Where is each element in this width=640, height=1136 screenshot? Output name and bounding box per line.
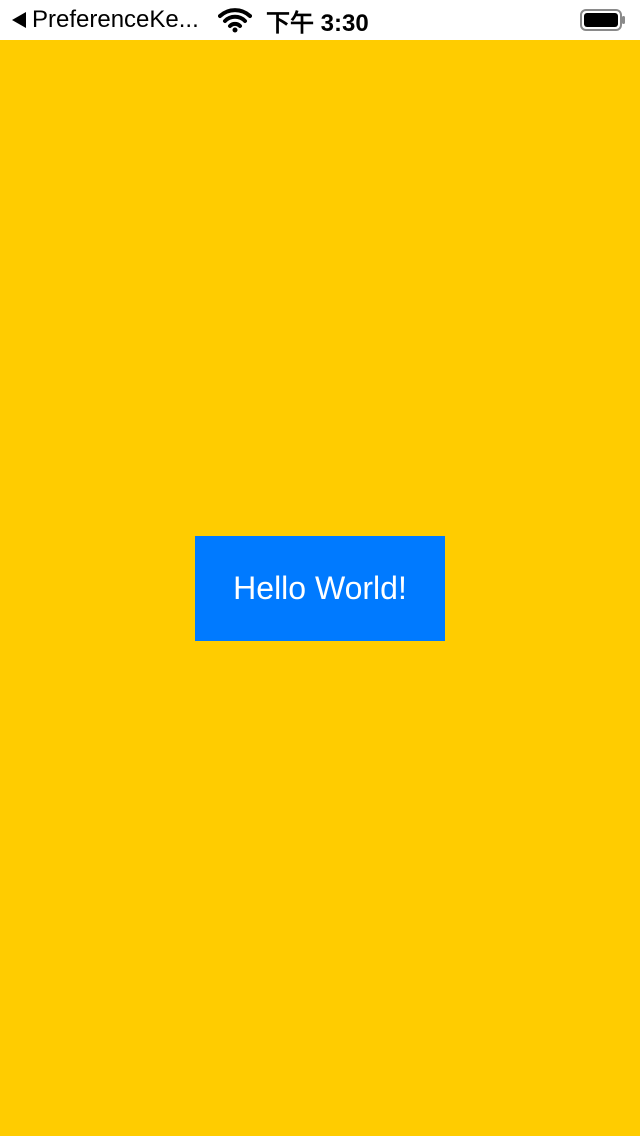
status-bar: PreferenceKe... 下午 3:30 <box>0 0 640 40</box>
status-time: 下午 3:30 <box>266 9 369 37</box>
battery-icon <box>580 9 625 31</box>
back-to-app-link[interactable]: PreferenceKe... <box>12 6 199 34</box>
app-screen: PreferenceKe... 下午 3:30 Hello World! <box>0 0 640 1136</box>
back-arrow-icon <box>12 12 26 28</box>
back-app-label: PreferenceKe... <box>32 6 199 33</box>
wifi-icon <box>218 8 252 33</box>
hello-world-button[interactable]: Hello World! <box>195 536 445 641</box>
